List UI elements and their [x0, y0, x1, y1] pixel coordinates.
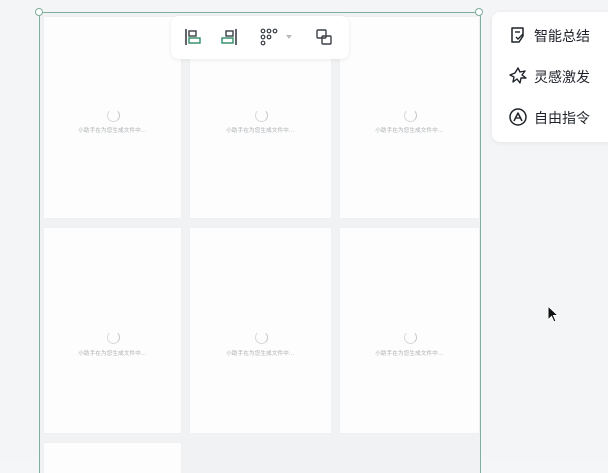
- floating-toolbar: [171, 16, 349, 59]
- card[interactable]: [44, 443, 181, 473]
- summary-icon: [508, 25, 528, 45]
- loading-spinner-icon: [106, 331, 120, 344]
- resize-handle-top-left[interactable]: [35, 8, 43, 16]
- resize-handle-top-right[interactable]: [475, 8, 483, 16]
- instruction-icon: [508, 107, 528, 127]
- align-right-icon[interactable]: [218, 26, 240, 48]
- ai-action-menu: 智能总结 灵感激发 自由指令: [492, 12, 608, 142]
- loading-spinner-icon: [403, 109, 417, 122]
- card[interactable]: 小助手在为您生成文件中...: [190, 228, 331, 433]
- card-loading-text: 小助手在为您生成文件中...: [78, 351, 147, 357]
- card[interactable]: 小助手在为您生成文件中...: [44, 17, 181, 218]
- menu-item-label: 智能总结: [534, 29, 590, 45]
- loading-spinner-icon: [254, 109, 268, 122]
- card-loading-text: 小助手在为您生成文件中...: [78, 128, 147, 134]
- card[interactable]: 小助手在为您生成文件中...: [340, 228, 479, 433]
- grid-layout-icon[interactable]: [258, 26, 280, 48]
- align-left-icon[interactable]: [182, 26, 204, 48]
- menu-item-label: 灵感激发: [534, 70, 590, 86]
- card-loading-text: 小助手在为您生成文件中...: [375, 128, 444, 134]
- card-loading-text: 小助手在为您生成文件中...: [375, 351, 444, 357]
- menu-item-instruction[interactable]: 自由指令: [492, 103, 608, 131]
- loading-spinner-icon: [106, 109, 120, 122]
- inspiration-icon: [508, 66, 528, 86]
- selected-frame[interactable]: 小助手在为您生成文件中... 小助手在为您生成文件中... 小助手在为您生成文件…: [39, 12, 481, 473]
- mouse-cursor-icon: [547, 304, 561, 325]
- card-loading-text: 小助手在为您生成文件中...: [226, 128, 295, 134]
- loading-spinner-icon: [254, 331, 268, 344]
- loading-spinner-icon: [403, 331, 417, 344]
- card[interactable]: 小助手在为您生成文件中...: [340, 17, 479, 218]
- whiteboard-canvas[interactable]: 小助手在为您生成文件中... 小助手在为您生成文件中... 小助手在为您生成文件…: [0, 0, 608, 473]
- card[interactable]: 小助手在为您生成文件中...: [44, 228, 181, 433]
- menu-item-summary[interactable]: 智能总结: [492, 21, 608, 49]
- group-icon[interactable]: [313, 26, 335, 48]
- menu-item-inspiration[interactable]: 灵感激发: [492, 62, 608, 90]
- menu-item-label: 自由指令: [534, 111, 590, 127]
- chevron-down-icon[interactable]: [286, 35, 292, 39]
- card-loading-text: 小助手在为您生成文件中...: [226, 351, 295, 357]
